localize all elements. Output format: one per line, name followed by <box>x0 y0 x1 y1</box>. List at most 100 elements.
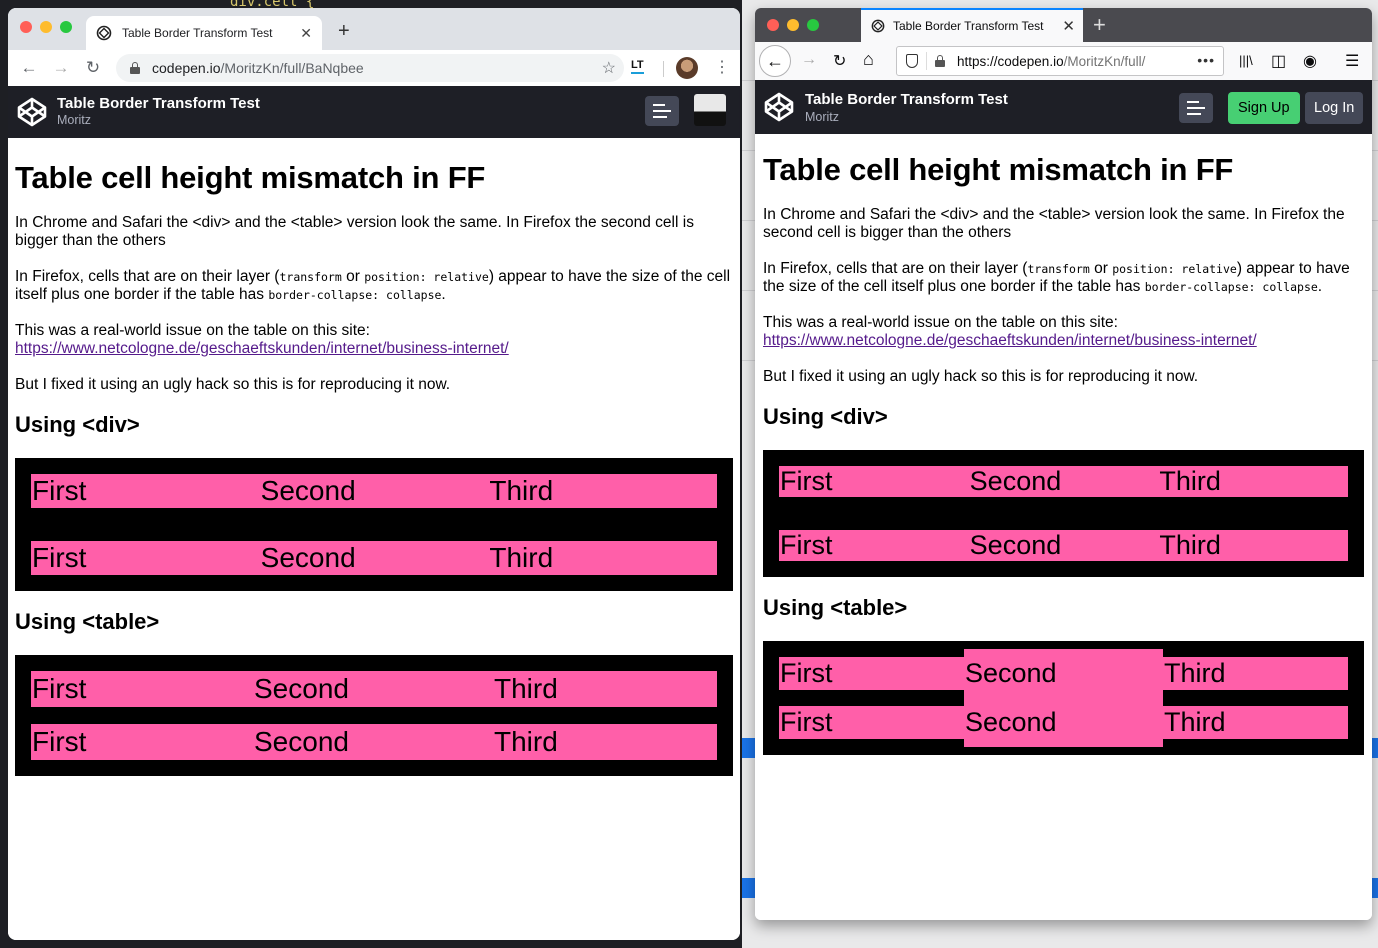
forward-icon[interactable]: → <box>50 58 72 78</box>
address-bar[interactable]: https://codepen.io/MoritzKn/full/ ••• <box>896 46 1224 76</box>
chrome-tabbar: Table Border Transform Test ✕ + <box>8 8 740 50</box>
fix-paragraph: But I fixed it using an ugly hack so thi… <box>15 376 451 393</box>
pen-author[interactable]: Moritz <box>805 110 839 124</box>
firefox-explanation-paragraph: In Firefox, cells that are on their laye… <box>763 260 1350 295</box>
home-icon[interactable]: ⌂ <box>863 49 874 70</box>
toolbar-divider <box>663 61 664 77</box>
tab-title: Table Border Transform Test <box>893 19 1044 33</box>
bookmark-star-icon[interactable]: ☆ <box>602 58 616 78</box>
page-actions-icon[interactable]: ••• <box>1197 52 1215 68</box>
tracking-protection-shield-icon[interactable] <box>906 54 918 68</box>
pen-content: Table cell height mismatch in FF In Chro… <box>8 138 740 940</box>
url-path: /MoritzKn/full/BaNqbee <box>220 60 364 76</box>
div-cell: First <box>32 542 87 573</box>
sign-up-button[interactable]: Sign Up <box>1228 92 1300 124</box>
user-avatar[interactable] <box>694 94 726 126</box>
pen-title: Table Border Transform Test <box>805 91 1008 108</box>
div-row: First Second Third <box>779 466 1348 497</box>
table-cell: Second <box>254 673 349 704</box>
close-window-button[interactable] <box>767 19 779 31</box>
div-cell: Second <box>969 530 1062 560</box>
minimize-window-button[interactable] <box>787 19 799 31</box>
div-cell: Second <box>969 466 1062 496</box>
reload-icon[interactable]: ↻ <box>833 51 846 71</box>
real-world-paragraph: This was a real-world issue on the table… <box>763 314 1257 349</box>
codepen-logo-icon[interactable] <box>16 96 48 128</box>
div-cell: First <box>780 530 833 560</box>
codepen-favicon-icon <box>871 19 885 33</box>
div-section-heading: Using <div> <box>15 412 140 437</box>
change-view-button[interactable] <box>1179 93 1213 123</box>
div-cell: First <box>32 475 87 506</box>
profile-avatar[interactable] <box>676 57 698 79</box>
new-tab-button[interactable]: + <box>1093 12 1106 38</box>
pen-title: Table Border Transform Test <box>57 95 260 112</box>
div-demo: First Second Third First Second Third <box>763 450 1364 577</box>
close-tab-icon[interactable]: ✕ <box>1062 17 1075 35</box>
codepen-logo-icon[interactable] <box>763 91 795 123</box>
close-tab-icon[interactable]: ✕ <box>300 25 312 42</box>
table-cell: First <box>780 707 833 737</box>
table-cell: Third <box>1164 658 1226 688</box>
url-host: codepen.io <box>152 60 221 76</box>
lock-icon <box>130 62 140 74</box>
fix-paragraph: But I fixed it using an ugly hack so thi… <box>763 368 1199 385</box>
log-in-button[interactable]: Log In <box>1305 92 1364 124</box>
window-controls <box>20 21 72 33</box>
real-world-paragraph: This was a real-world issue on the table… <box>15 322 509 357</box>
lock-icon <box>935 55 945 67</box>
table-cell: Second <box>254 726 349 757</box>
table-row: First Second Third <box>779 657 1348 690</box>
table-demo: First Second Third First Second Third <box>763 641 1364 755</box>
url-path: /MoritzKn/full/ <box>1063 53 1146 69</box>
url-host: https://codepen.io <box>957 53 1064 69</box>
table-cell: Third <box>1164 707 1226 737</box>
library-icon[interactable]: |||\ <box>1239 53 1253 68</box>
firefox-toolbar: ← → ↻ ⌂ https://codepen.io/MoritzKn/full… <box>755 42 1372 80</box>
netcologne-link[interactable]: https://www.netcologne.de/geschaeftskund… <box>763 332 1257 349</box>
close-window-button[interactable] <box>20 21 32 33</box>
forward-icon[interactable]: → <box>801 51 817 69</box>
table-row: First Second Third <box>779 706 1348 739</box>
table-cell: First <box>32 673 87 704</box>
div-cell: Third <box>489 542 554 573</box>
chrome-toolbar: ← → ↻ codepen.io/MoritzKn/full/BaNqbee ☆… <box>8 50 740 86</box>
firefox-menu-icon[interactable]: ☰ <box>1345 51 1359 71</box>
div-row: First Second Third <box>779 530 1348 561</box>
reload-icon[interactable]: ↻ <box>82 58 104 78</box>
sidebar-icon[interactable]: ◫ <box>1271 51 1286 71</box>
table-section-heading: Using <table> <box>15 609 160 634</box>
div-cell: Third <box>1159 466 1221 496</box>
firefox-tab-active[interactable]: Table Border Transform Test ✕ <box>861 8 1083 42</box>
div-cell: Third <box>1159 530 1221 560</box>
languagetool-extension-icon[interactable]: LT <box>631 59 644 74</box>
chrome-menu-icon[interactable]: ⋮ <box>714 57 730 77</box>
back-icon[interactable]: ← <box>759 45 791 77</box>
address-bar[interactable]: codepen.io/MoritzKn/full/BaNqbee ☆ <box>116 54 624 82</box>
maximize-window-button[interactable] <box>60 21 72 33</box>
maximize-window-button[interactable] <box>807 19 819 31</box>
new-tab-button[interactable]: + <box>338 20 350 43</box>
back-icon[interactable]: ← <box>18 58 40 78</box>
codepen-header: Table Border Transform Test Moritz <box>8 86 740 138</box>
div-section-heading: Using <div> <box>763 404 888 429</box>
table-cell: First <box>32 726 87 757</box>
netcologne-link[interactable]: https://www.netcologne.de/geschaeftskund… <box>15 340 509 357</box>
account-icon[interactable]: ◉ <box>1303 51 1317 71</box>
div-demo: First Second Third First Second Third <box>15 458 733 591</box>
change-view-button[interactable] <box>645 96 679 126</box>
div-row: First Second Third <box>31 474 717 508</box>
table-cell: Second <box>965 707 1057 737</box>
page-heading: Table cell height mismatch in FF <box>763 152 1234 187</box>
firefox-tabbar: Table Border Transform Test ✕ + <box>755 8 1372 42</box>
div-cell: Third <box>489 475 554 506</box>
codepen-header: Table Border Transform Test Moritz Sign … <box>755 80 1372 134</box>
chrome-tab-active[interactable]: Table Border Transform Test ✕ <box>86 16 322 50</box>
pen-author[interactable]: Moritz <box>57 113 91 127</box>
pen-content: Table cell height mismatch in FF In Chro… <box>755 134 1372 920</box>
minimize-window-button[interactable] <box>40 21 52 33</box>
table-cell: Second <box>965 658 1057 688</box>
tab-title: Table Border Transform Test <box>122 26 273 40</box>
firefox-window: Table Border Transform Test ✕ + ← → ↻ ⌂ … <box>755 8 1372 920</box>
codepen-favicon-icon <box>96 25 112 41</box>
